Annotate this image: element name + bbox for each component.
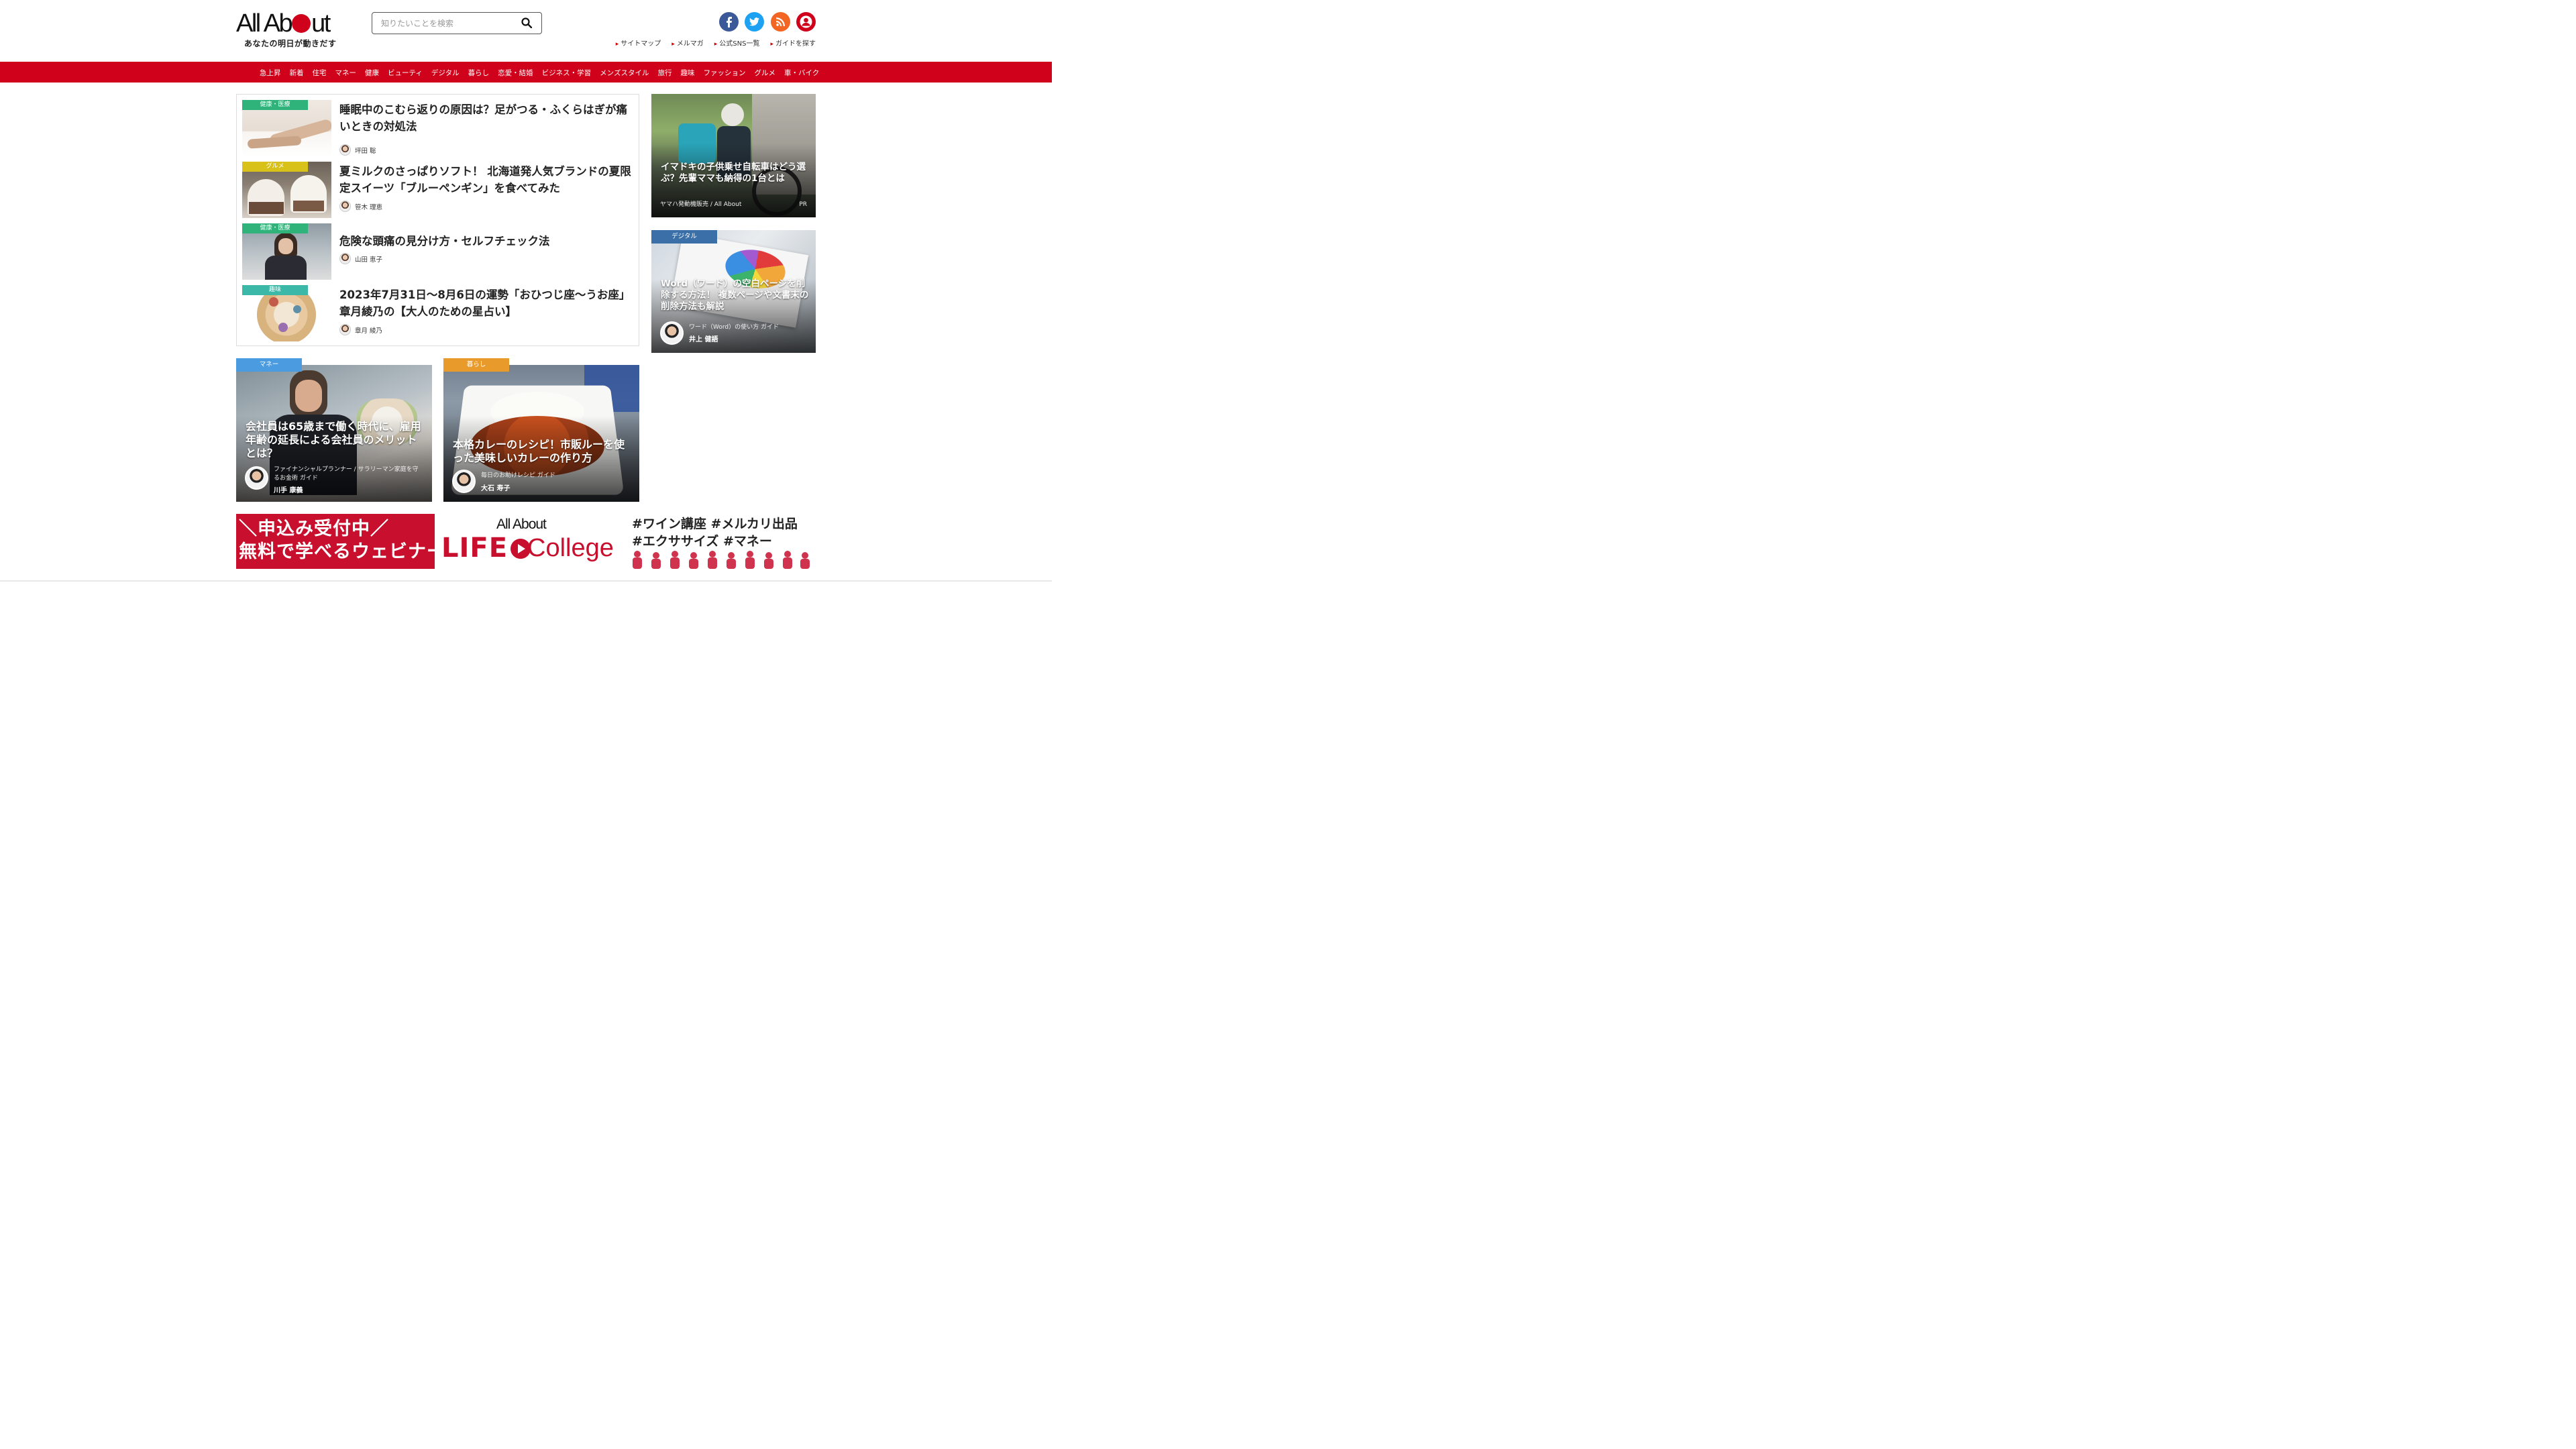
banner-tags-line2: #エクササイズ #マネー (632, 534, 772, 549)
category-badge: マネー (236, 358, 302, 372)
nav-item-hobby[interactable]: 趣味 (680, 68, 694, 78)
digital-card[interactable]: デジタル Word（ワード）の空白ページを削除する方法！ 複数ページや文書末の削… (651, 230, 816, 353)
banner-tags-line1: #ワイン講座 #メルカリ出品 (632, 517, 798, 531)
guide-name[interactable]: 川手 康義 (274, 484, 303, 494)
mailmag-link[interactable]: メルマガ (672, 38, 704, 48)
nav-item-trending[interactable]: 急上昇 (260, 68, 281, 78)
pr-sponsor: ヤマハ発動機販売 / All About (660, 201, 742, 208)
card-title[interactable]: 会社員は65歳まで働く時代に、雇用年齢の延長による会社員のメリットとは？ (246, 420, 424, 460)
article-title[interactable]: 夏ミルクのさっぱりソフト！ 北海道発人気ブランドの夏限定スイーツ「ブルーペンギン… (339, 163, 635, 197)
find-guide-link[interactable]: ガイドを探す (770, 38, 816, 48)
banner-tags: #ワイン講座 #メルカリ出品 #エクササイズ #マネー (632, 515, 798, 550)
author-name: 章月 綾乃 (355, 327, 383, 335)
avatar (339, 253, 351, 264)
article-author: 山田 恵子 (339, 253, 382, 264)
list-item[interactable]: グルメ 夏ミルクのさっぱりソフト！ 北海道発人気ブランドの夏限定スイーツ「ブルー… (242, 162, 635, 218)
sns-list-link[interactable]: 公式SNS一覧 (714, 38, 759, 48)
search-box (372, 12, 542, 34)
avatar (452, 470, 476, 493)
card-title[interactable]: イマドキの子供乗せ自転車はどう選ぶ？先輩ママも納得の1台とは (661, 162, 810, 184)
facebook-icon[interactable] (719, 12, 739, 32)
card-title[interactable]: Word（ワード）の空白ページを削除する方法！ 複数ページや文書末の削除方法も解… (661, 278, 810, 313)
nav-item-housing[interactable]: 住宅 (313, 68, 327, 78)
banner-life: LIFE (441, 533, 508, 564)
pr-card[interactable]: イマドキの子供乗せ自転車はどう選ぶ？先輩ママも納得の1台とは ヤマハ発動機販売 … (651, 94, 816, 217)
category-nav: 急上昇 新着 住宅 マネー 健康 ビューティ デジタル 暮らし 恋愛・結婚 ビジ… (0, 62, 1052, 83)
category-badge: 健康・医療 (242, 100, 308, 110)
utility-links: サイトマップ メルマガ 公式SNS一覧 ガイドを探す (616, 38, 816, 48)
nav-item-money[interactable]: マネー (335, 68, 357, 78)
list-item[interactable]: 健康・医療 睡眠中のこむら返りの原因は？足がつる・ふくらはぎが痛いときの対処法 … (242, 100, 635, 156)
banner-line1: ＼申込み受付中／ (239, 519, 389, 539)
avatar (245, 466, 268, 490)
guide-label: ファイナンシャルプランナー / サラリーマン家庭を守るお金術 ガイド (274, 466, 419, 482)
nav-item-digital[interactable]: デジタル (431, 68, 460, 78)
list-item[interactable]: 健康・医療 危険な頭痛の見分け方・セルフチェック法 山田 恵子 (242, 223, 635, 280)
article-author: 笹木 理恵 (339, 201, 382, 212)
author-name: 山田 恵子 (355, 256, 383, 264)
category-badge: デジタル (651, 230, 717, 244)
logo-wordmark: All Ab ut (236, 9, 331, 38)
guide-name[interactable]: 井上 健語 (689, 333, 718, 343)
user-icon[interactable] (796, 12, 816, 32)
banner-tags-block: #ワイン講座 #メルカリ出品 #エクササイズ #マネー (620, 514, 816, 569)
twitter-icon[interactable] (745, 12, 764, 32)
nav-item-gourmet[interactable]: グルメ (754, 68, 775, 78)
card-title[interactable]: 本格カレーのレシピ！市販ルーを使った美味しいカレーの作り方 (453, 438, 631, 465)
banner-brand: All About (496, 517, 547, 532)
money-card[interactable]: マネー 会社員は65歳まで働く時代に、雇用年齢の延長による会社員のメリットとは？… (236, 358, 432, 502)
nav-item-beauty[interactable]: ビューティ (388, 68, 423, 78)
category-badge: 趣味 (242, 285, 308, 295)
category-badge: グルメ (242, 162, 308, 172)
nav-item-travel[interactable]: 旅行 (657, 68, 672, 78)
author-name: 笹木 理恵 (355, 203, 383, 211)
guide-label: 毎日のお助けレシピ ガイド (481, 472, 555, 479)
banner-college: College (527, 534, 614, 562)
guide-name[interactable]: 大石 寿子 (481, 482, 510, 492)
list-item[interactable]: 趣味 2023年7月31日～8月6日の運勢「おひつじ座～うお座」 章月綾乃の【大… (242, 285, 635, 341)
nav-item-love[interactable]: 恋愛・結婚 (498, 68, 533, 78)
living-card[interactable]: 暮らし 本格カレーのレシピ！市販ルーを使った美味しいカレーの作り方 毎日のお助け… (443, 358, 639, 502)
article-list: 健康・医療 睡眠中のこむら返りの原因は？足がつる・ふくらはぎが痛いときの対処法 … (236, 94, 639, 346)
avatar (339, 324, 351, 335)
search-input[interactable] (381, 13, 515, 34)
category-badge: 健康・医療 (242, 223, 308, 233)
banner-line2: 無料で学べるウェビナー (239, 541, 445, 562)
footer-divider (0, 580, 1052, 582)
avatar (339, 144, 351, 156)
search-icon[interactable] (521, 17, 532, 28)
nav-item-new[interactable]: 新着 (290, 68, 304, 78)
site-logo[interactable]: All Ab ut あなたの明日が動きだす (236, 9, 354, 52)
sitemap-link[interactable]: サイトマップ (616, 38, 661, 48)
logo-tagline: あなたの明日が動きだす (244, 39, 337, 48)
nav-item-health[interactable]: 健康 (365, 68, 379, 78)
nav-item-mens[interactable]: メンズスタイル (600, 68, 649, 78)
page: All Abut あなたの明日が動きだす サイトマップ メルマガ 公式SNS一覧… (0, 0, 1052, 589)
life-college-banner[interactable]: ＼申込み受付中／ 無料で学べるウェビナー All About LIFE Coll… (236, 514, 816, 569)
pr-badge: PR (799, 201, 807, 208)
avatar (660, 321, 684, 345)
banner-headline: ＼申込み受付中／ 無料で学べるウェビナー (239, 518, 445, 564)
guide-label: ワード（Word）の使い方 ガイド (689, 324, 779, 331)
rss-icon[interactable] (771, 12, 790, 32)
article-title[interactable]: 2023年7月31日～8月6日の運勢「おひつじ座～うお座」 章月綾乃の【大人のた… (339, 286, 635, 320)
category-badge: 暮らし (443, 358, 509, 372)
nav-item-business[interactable]: ビジネス・学習 (542, 68, 592, 78)
nav-item-car[interactable]: 車・バイク (784, 68, 819, 78)
article-title[interactable]: 睡眠中のこむら返りの原因は？足がつる・ふくらはぎが痛いときの対処法 (339, 101, 635, 135)
avatar (339, 201, 351, 212)
article-author: 章月 綾乃 (339, 324, 382, 335)
article-title[interactable]: 危険な頭痛の見分け方・セルフチェック法 (339, 233, 635, 250)
nav-item-fashion[interactable]: ファッション (703, 68, 745, 78)
author-name: 坪田 聡 (355, 147, 376, 155)
nav-item-living[interactable]: 暮らし (468, 68, 490, 78)
audience-illustration (633, 551, 810, 569)
article-author: 坪田 聡 (339, 144, 376, 156)
